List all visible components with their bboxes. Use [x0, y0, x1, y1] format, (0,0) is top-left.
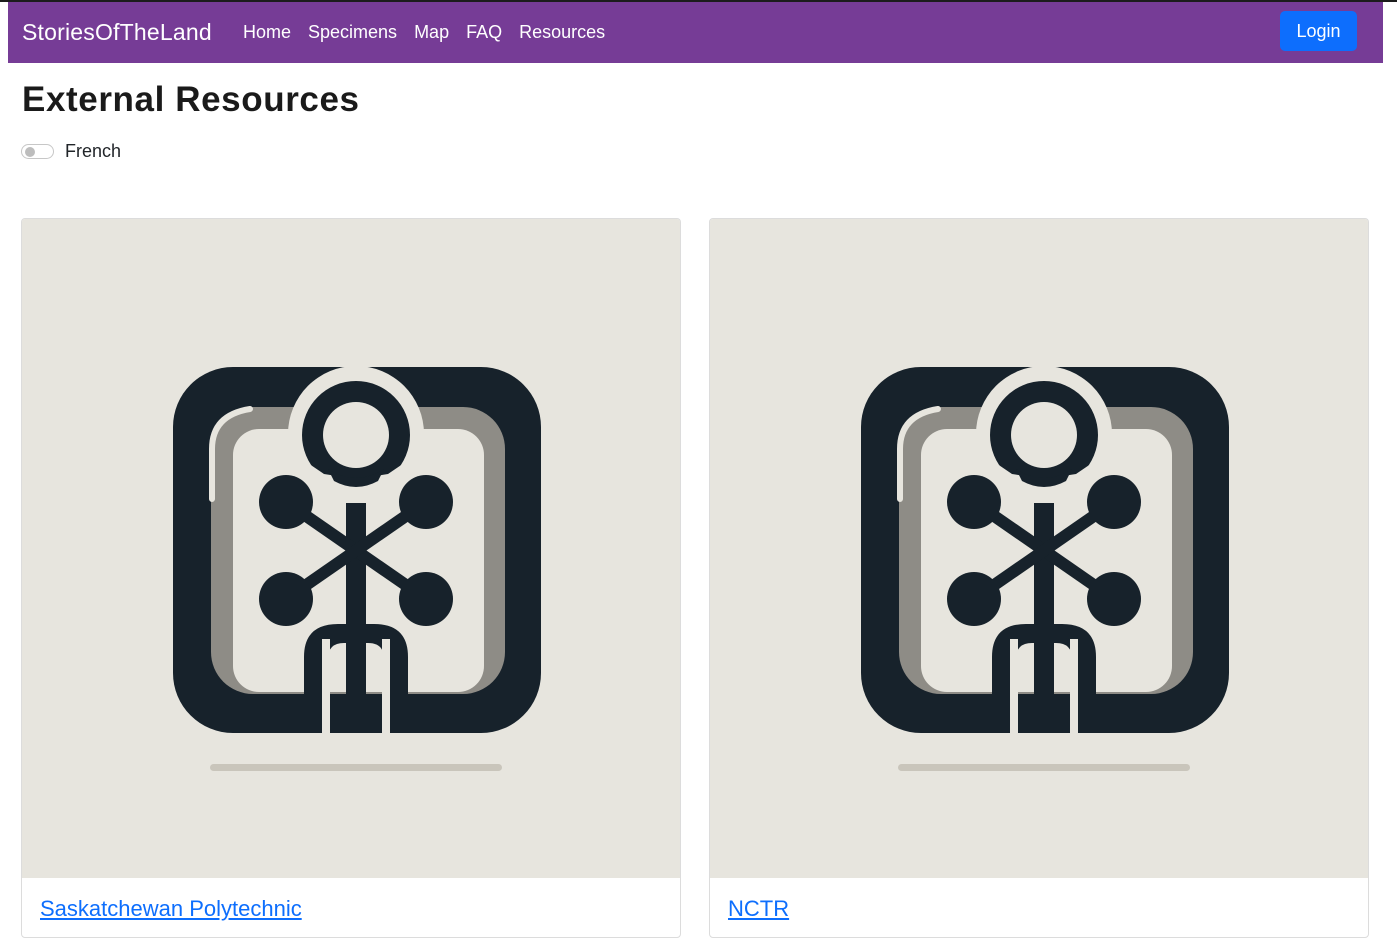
- nav-link-specimens[interactable]: Specimens: [308, 22, 397, 43]
- page-title: External Resources: [22, 80, 360, 119]
- resource-card-image: [22, 219, 680, 878]
- brand-link[interactable]: StoriesOfTheLand: [22, 19, 212, 46]
- resource-link-nctr[interactable]: NCTR: [728, 896, 789, 922]
- french-toggle-switch[interactable]: [21, 144, 54, 159]
- resource-link-saskatchewan-polytechnic[interactable]: Saskatchewan Polytechnic: [40, 896, 302, 922]
- navbar: StoriesOfTheLand Home Specimens Map FAQ …: [8, 2, 1383, 63]
- login-button[interactable]: Login: [1280, 11, 1357, 51]
- french-toggle-label[interactable]: French: [65, 141, 121, 162]
- resource-card-1: Saskatchewan Polytechnic: [21, 218, 681, 938]
- nav-link-home[interactable]: Home: [243, 22, 291, 43]
- toggle-knob: [25, 147, 35, 157]
- resource-card-2: NCTR: [709, 218, 1369, 938]
- language-toggle-row: French: [21, 141, 121, 162]
- resource-logo-icon: [173, 366, 541, 771]
- nav-link-faq[interactable]: FAQ: [466, 22, 502, 43]
- nav-link-map[interactable]: Map: [414, 22, 449, 43]
- nav-links: Home Specimens Map FAQ Resources: [243, 22, 622, 43]
- resource-card-image: [710, 219, 1368, 878]
- nav-link-resources[interactable]: Resources: [519, 22, 605, 43]
- resource-logo-icon: [861, 366, 1229, 771]
